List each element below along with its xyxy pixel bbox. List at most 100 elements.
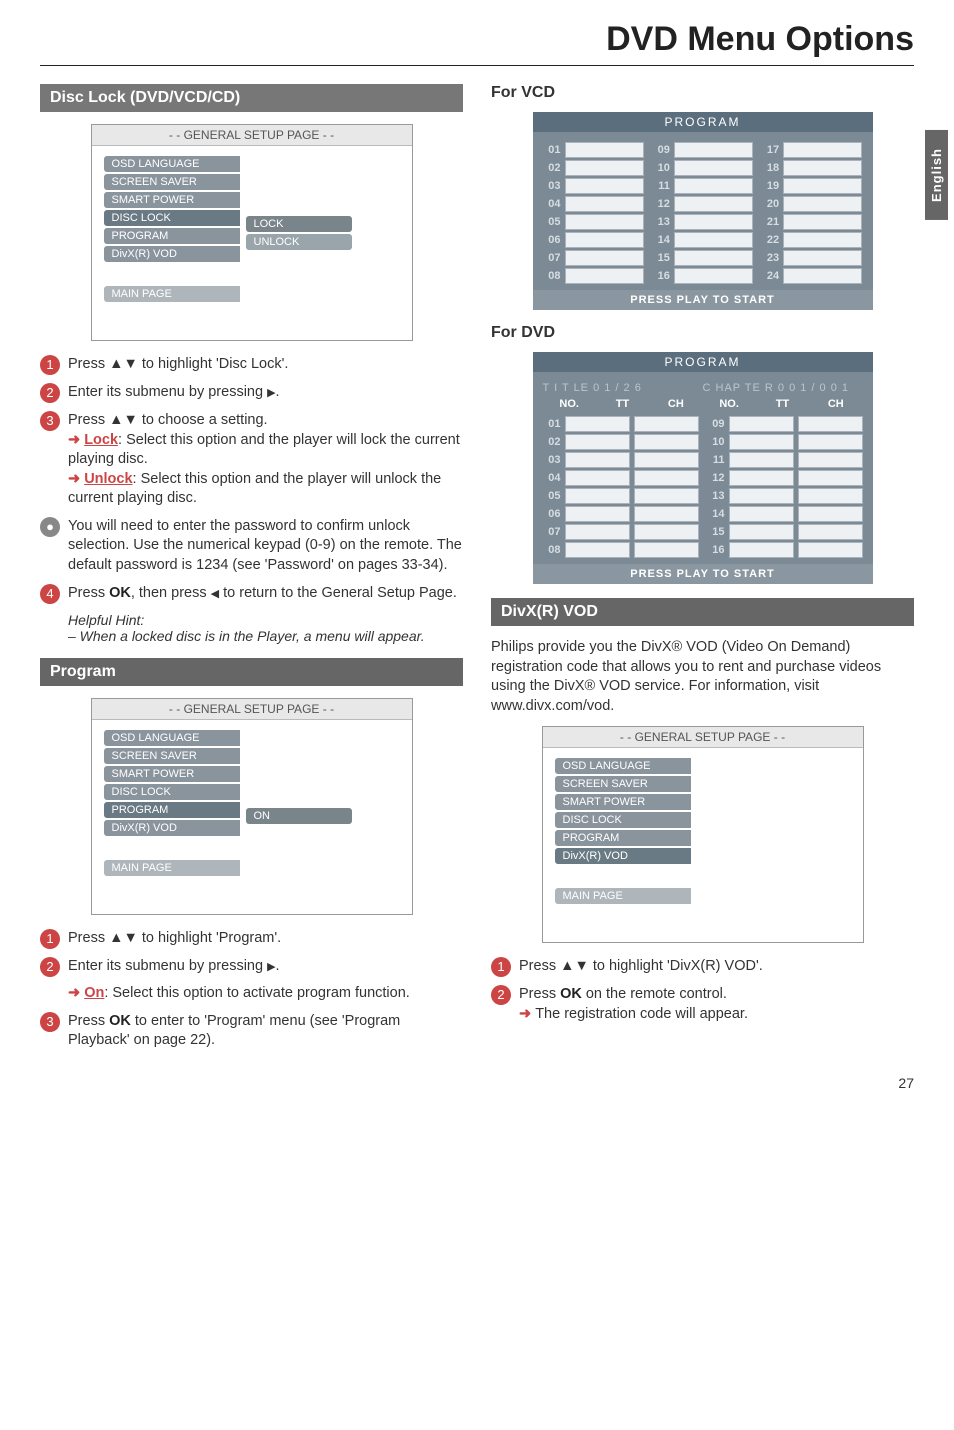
menu-smart-power: SMART POWER <box>104 192 240 208</box>
menu-osd-language: OSD LANGUAGE <box>104 156 240 172</box>
setup-header-3: - - GENERAL SETUP PAGE - - <box>543 727 863 748</box>
program-row: 06 <box>543 232 644 248</box>
program-slot <box>565 214 644 230</box>
program-index: 10 <box>652 162 670 174</box>
step-1-badge: 1 <box>40 355 60 375</box>
program-slot <box>674 214 753 230</box>
program-slot-ch <box>798 470 863 486</box>
menu-divx-vod: DivX(R) VOD <box>104 820 240 836</box>
setup-panel-disclock: - - GENERAL SETUP PAGE - - OSD LANGUAGE … <box>91 124 413 341</box>
program-row: 07 <box>543 250 644 266</box>
program-row: 10 <box>707 434 863 450</box>
program-row: 04 <box>543 196 644 212</box>
program-row: 16 <box>652 268 753 284</box>
program-index: 21 <box>761 216 779 228</box>
program-index: 07 <box>543 252 561 264</box>
program-row: 08 <box>543 268 644 284</box>
program-slot-tt <box>565 524 630 540</box>
menu-main-page: MAIN PAGE <box>104 860 240 876</box>
program-slot <box>783 214 862 230</box>
dvd-program-panel: PROGRAM T I T LE 0 1 / 2 6 C HAP TE R 0 … <box>533 352 873 584</box>
program-row: 16 <box>707 542 863 558</box>
p-step-2-badge: 2 <box>40 957 60 977</box>
program-index: 18 <box>761 162 779 174</box>
program-row: 19 <box>761 178 862 194</box>
program-index: 04 <box>543 472 561 484</box>
program-slot <box>783 142 862 158</box>
program-slot <box>783 250 862 266</box>
p-step-1-text: Press ▲▼ to highlight 'Program'. <box>68 929 463 949</box>
program-slot <box>565 250 644 266</box>
program-slot-tt <box>729 452 794 468</box>
program-row: 10 <box>652 160 753 176</box>
step-4-text: Press OK, then press ◀ to return to the … <box>68 584 463 604</box>
menu-smart-power: SMART POWER <box>104 766 240 782</box>
program-th-cell: NO. <box>702 398 755 410</box>
divx-heading: DivX(R) VOD <box>491 598 914 626</box>
program-row: 12 <box>652 196 753 212</box>
p-step-3-badge: 3 <box>40 1012 60 1032</box>
program-row: 06 <box>543 506 699 522</box>
language-tab: English <box>925 130 948 220</box>
program-slot-ch <box>798 488 863 504</box>
program-index: 24 <box>761 270 779 282</box>
d-step-2-badge: 2 <box>491 985 511 1005</box>
setup-header: - - GENERAL SETUP PAGE - - <box>92 125 412 146</box>
program-slot <box>565 160 644 176</box>
program-index: 12 <box>707 472 725 484</box>
program-index: 15 <box>652 252 670 264</box>
program-th-cell: CH <box>809 398 862 410</box>
menu-program: PROGRAM <box>104 802 240 818</box>
program-index: 15 <box>707 526 725 538</box>
program-row: 15 <box>707 524 863 540</box>
program-slot-ch <box>798 524 863 540</box>
sub-on: ON <box>246 808 352 824</box>
program-row: 02 <box>543 434 699 450</box>
program-slot <box>565 142 644 158</box>
program-header-dvd: PROGRAM <box>533 352 873 372</box>
program-slot-tt <box>565 542 630 558</box>
program-slot <box>783 160 862 176</box>
menu-main-page: MAIN PAGE <box>104 286 240 302</box>
program-row: 09 <box>652 142 753 158</box>
p-step-1-badge: 1 <box>40 929 60 949</box>
menu-main-page: MAIN PAGE <box>555 888 691 904</box>
program-row: 08 <box>543 542 699 558</box>
program-index: 22 <box>761 234 779 246</box>
program-index: 03 <box>543 454 561 466</box>
program-slot-tt <box>565 434 630 450</box>
program-slot-tt <box>565 470 630 486</box>
step-3-badge: 3 <box>40 411 60 431</box>
page-number: 27 <box>898 1075 914 1091</box>
bullet-text: You will need to enter the password to c… <box>68 517 463 576</box>
program-slot-ch <box>798 434 863 450</box>
program-row: 04 <box>543 470 699 486</box>
title-label: T I T LE 0 1 / 2 6 <box>543 382 642 394</box>
program-th-cell: CH <box>649 398 702 410</box>
menu-screen-saver: SCREEN SAVER <box>555 776 691 792</box>
vcd-program-panel: PROGRAM 01020304050607080910111213141516… <box>533 112 873 310</box>
program-slot-ch <box>798 416 863 432</box>
title-rule <box>40 65 914 66</box>
menu-disc-lock: DISC LOCK <box>555 812 691 828</box>
program-index: 14 <box>652 234 670 246</box>
program-index: 13 <box>707 490 725 502</box>
program-th-cell: TT <box>596 398 649 410</box>
program-header: PROGRAM <box>533 112 873 132</box>
program-slot <box>783 268 862 284</box>
program-index: 01 <box>543 144 561 156</box>
program-index: 16 <box>707 544 725 556</box>
program-index: 01 <box>543 418 561 430</box>
page-title: DVD Menu Options <box>40 20 914 59</box>
program-slot-tt <box>729 470 794 486</box>
program-slot <box>674 196 753 212</box>
program-row: 11 <box>652 178 753 194</box>
program-index: 14 <box>707 508 725 520</box>
program-row: 22 <box>761 232 862 248</box>
program-slot-tt <box>565 452 630 468</box>
program-index: 05 <box>543 216 561 228</box>
program-slot <box>674 178 753 194</box>
chapter-label: C HAP TE R 0 0 1 / 0 0 1 <box>703 382 850 394</box>
program-index: 02 <box>543 436 561 448</box>
program-row: 01 <box>543 142 644 158</box>
